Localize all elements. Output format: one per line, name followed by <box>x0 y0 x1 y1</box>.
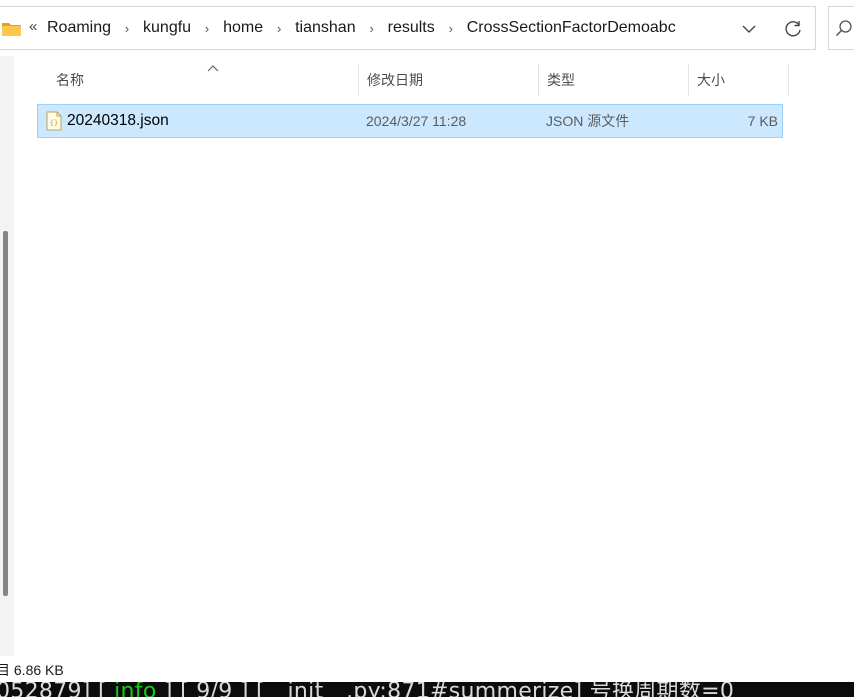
column-header-label: 修改日期 <box>367 72 423 88</box>
file-type: JSON 源文件 <box>546 113 630 129</box>
address-bar[interactable]: « Roaming › kungfu › home › tianshan › r… <box>0 6 816 50</box>
file-row[interactable]: {} 20240318.json 2024/3/27 11:28 JSON 源文… <box>37 104 783 138</box>
file-size: 7 KB <box>747 113 778 129</box>
breadcrumb-item[interactable]: kungfu <box>143 19 191 37</box>
column-header-size[interactable]: 大小 <box>689 64 789 96</box>
breadcrumb-item[interactable]: results <box>388 19 435 37</box>
chevron-right-icon[interactable]: › <box>269 21 289 36</box>
scrollbar-thumb[interactable] <box>3 231 8 596</box>
column-headers: 名称 修改日期 类型 大小 <box>38 64 790 96</box>
column-header-label: 大小 <box>697 72 725 88</box>
sort-ascending-icon <box>207 65 219 72</box>
chevron-down-icon[interactable] <box>738 19 760 39</box>
file-name[interactable]: 20240318.json <box>67 105 169 137</box>
chevron-right-icon[interactable]: › <box>197 21 217 36</box>
breadcrumb-item-current[interactable]: CrossSectionFactorDemoabc <box>467 19 676 37</box>
chevron-right-icon[interactable]: › <box>441 21 461 36</box>
file-list-pane: 名称 修改日期 类型 大小 {} 20240318.json 2024/3/27… <box>0 56 854 656</box>
address-row: « Roaming › kungfu › home › tianshan › r… <box>0 0 854 56</box>
folder-icon <box>2 23 21 36</box>
column-header-name[interactable]: 名称 <box>48 64 359 96</box>
breadcrumb-item[interactable]: home <box>223 19 263 37</box>
terminal-line: 052879] [ info ] [ 9/9 ] [__init__.py:87… <box>0 682 734 697</box>
terminal-suffix: ] [ 9/9 ] [__init__.py:871#summerize] 号换… <box>156 682 735 697</box>
breadcrumb-item[interactable]: tianshan <box>295 19 356 37</box>
json-file-icon: {} <box>46 111 62 131</box>
svg-text:{}: {} <box>50 119 58 127</box>
column-header-date[interactable]: 修改日期 <box>359 64 539 96</box>
terminal-window: 052879] [ info ] [ 9/9 ] [__init__.py:87… <box>0 682 854 697</box>
chevron-right-icon[interactable]: › <box>362 21 382 36</box>
log-level: info <box>114 682 157 697</box>
breadcrumb-overflow-button[interactable]: « <box>29 18 37 35</box>
search-input[interactable] <box>828 6 854 50</box>
column-header-label: 类型 <box>547 72 575 88</box>
terminal-prefix: 052879] [ <box>0 682 115 697</box>
search-icon <box>835 20 852 37</box>
file-modified: 2024/3/27 11:28 <box>366 113 467 129</box>
vertical-scrollbar[interactable] <box>0 56 14 656</box>
status-bar: 目 6.86 KB <box>0 656 854 682</box>
refresh-icon[interactable] <box>782 18 804 40</box>
status-text: 目 6.86 KB <box>0 662 64 678</box>
breadcrumb: Roaming › kungfu › home › tianshan › res… <box>47 7 676 49</box>
column-header-label: 名称 <box>56 72 84 88</box>
column-header-type[interactable]: 类型 <box>539 64 689 96</box>
chevron-right-icon[interactable]: › <box>117 21 137 36</box>
breadcrumb-item[interactable]: Roaming <box>47 19 111 37</box>
